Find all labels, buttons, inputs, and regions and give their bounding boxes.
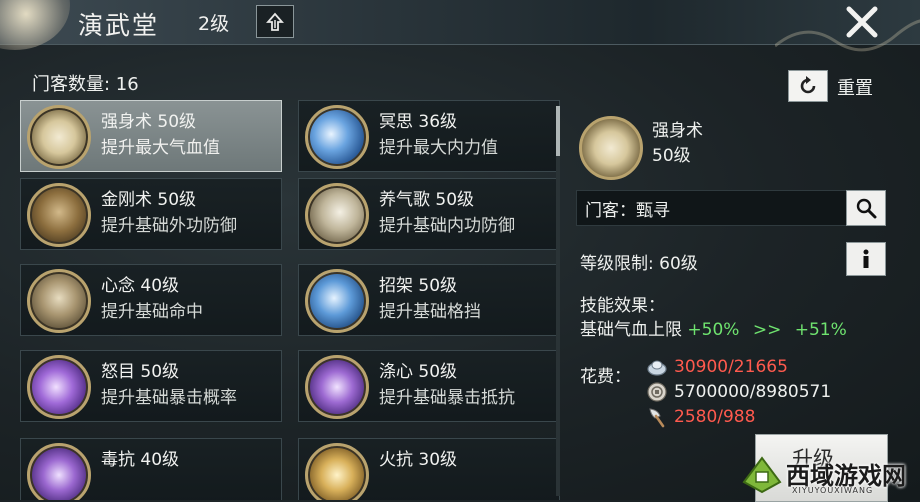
skill-name: 涤心 50级	[379, 362, 458, 382]
skill-card[interactable]: 金刚术 50级 提升基础外功防御	[20, 178, 282, 250]
effect-attribute: 基础气血上限	[580, 320, 682, 340]
hall-upgrade-button[interactable]	[256, 5, 294, 38]
fire-resist-icon	[305, 443, 369, 500]
coin-icon	[647, 382, 667, 402]
crane-icon	[305, 183, 369, 247]
assigned-disciple: 门客：甄寻	[576, 190, 884, 226]
skill-name: 火抗 30级	[379, 450, 458, 470]
silver-ingot-icon	[647, 360, 667, 376]
skill-card[interactable]: 涤心 50级 提升基础暴击抵抗	[298, 350, 560, 422]
title-bar: 演武堂 2级	[0, 0, 920, 52]
skill-name: 招架 50级	[379, 276, 458, 296]
info-icon	[863, 249, 869, 268]
reset-button[interactable]	[788, 70, 828, 102]
close-icon	[846, 6, 878, 38]
level-limit: 等级限制: 60级	[580, 254, 698, 274]
hall-level: 2级	[198, 13, 230, 35]
parry-icon	[305, 269, 369, 333]
skill-desc: 提升基础暴击概率	[101, 388, 237, 408]
effect-label: 技能效果：	[580, 296, 665, 316]
poison-resist-icon	[27, 443, 91, 500]
skill-card[interactable]: 心念 40级 提升基础命中	[20, 264, 282, 336]
cost-axe: 2580/988	[646, 406, 755, 428]
skill-card[interactable]: 火抗 30级	[298, 438, 560, 500]
skill-desc: 提升最大内力值	[379, 138, 498, 158]
reset-label: 重置	[837, 78, 873, 99]
skill-name: 强身术 50级	[101, 112, 197, 132]
cost-silver: 30900/21665	[646, 356, 788, 378]
praying-hands-icon	[27, 105, 91, 169]
selected-skill-icon	[579, 116, 643, 180]
effect-next: +51%	[794, 320, 847, 340]
axe-icon	[649, 408, 665, 428]
effect-current: +50%	[687, 320, 740, 340]
skill-name: 冥思 36级	[379, 112, 458, 132]
watermark: 西域游戏网 XIYUYOUXIWANG	[740, 452, 920, 500]
close-button[interactable]	[838, 0, 886, 44]
disciple-count: 门客数量: 16	[32, 74, 139, 95]
skill-card[interactable]: 招架 50级 提升基础格挡	[298, 264, 560, 336]
skill-card[interactable]: 冥思 36级 提升最大内力值	[298, 100, 560, 172]
bell-icon	[27, 183, 91, 247]
watermark-logo-icon	[742, 456, 782, 494]
skill-desc: 提升基础命中	[101, 302, 203, 322]
moon-decoration	[0, 0, 70, 50]
skill-card[interactable]: 怒目 50级 提升基础暴击概率	[20, 350, 282, 422]
skill-desc: 提升基础格挡	[379, 302, 481, 322]
skill-desc: 提升基础暴击抵抗	[379, 388, 515, 408]
skill-name: 金刚术 50级	[101, 190, 197, 210]
glare-icon	[27, 355, 91, 419]
cost-silver-value: 30900/21665	[674, 357, 788, 377]
skill-desc: 提升基础内功防御	[379, 216, 515, 236]
scrollbar-thumb[interactable]	[556, 106, 560, 156]
skill-desc: 提升基础外功防御	[101, 216, 237, 236]
skill-desc: 提升最大气血值	[101, 138, 220, 158]
cost-coin-value: 5700000/8980571	[674, 382, 832, 402]
disciple-name: 门客：甄寻	[585, 201, 670, 221]
info-button[interactable]	[846, 242, 886, 276]
arrow-up-icon	[266, 12, 284, 31]
skill-card[interactable]: 强身术 50级 提升最大气血值	[20, 100, 282, 172]
selected-skill-name: 强身术	[652, 121, 703, 141]
selected-skill-level: 50级	[652, 146, 691, 166]
watermark-subtext: XIYUYOUXIWANG	[792, 486, 874, 495]
cleanse-icon	[305, 355, 369, 419]
page-title: 演武堂	[78, 11, 160, 40]
skill-name: 养气歌 50级	[379, 190, 475, 210]
skill-card[interactable]: 毒抗 40级	[20, 438, 282, 500]
cost-coin: 5700000/8980571	[646, 381, 831, 403]
effect-arrow: >>	[752, 320, 782, 340]
skill-card[interactable]: 养气歌 50级 提升基础内功防御	[298, 178, 560, 250]
cost-label: 花费：	[580, 367, 631, 387]
scrollbar-track[interactable]	[556, 106, 560, 496]
sword-icon	[27, 269, 91, 333]
refresh-icon	[800, 76, 816, 94]
skill-list: 强身术 50级 提升最大气血值 冥思 36级 提升最大内力值 金刚术 50级 提…	[20, 100, 560, 500]
meditation-icon	[305, 105, 369, 169]
cost-axe-value: 2580/988	[674, 407, 756, 427]
effect-line: 基础气血上限 +50% >> +51%	[580, 315, 847, 340]
skill-name: 毒抗 40级	[101, 450, 180, 470]
skill-name: 心念 40级	[101, 276, 180, 296]
search-icon	[856, 198, 877, 219]
skill-name: 怒目 50级	[101, 362, 180, 382]
search-disciple-button[interactable]	[846, 190, 886, 226]
